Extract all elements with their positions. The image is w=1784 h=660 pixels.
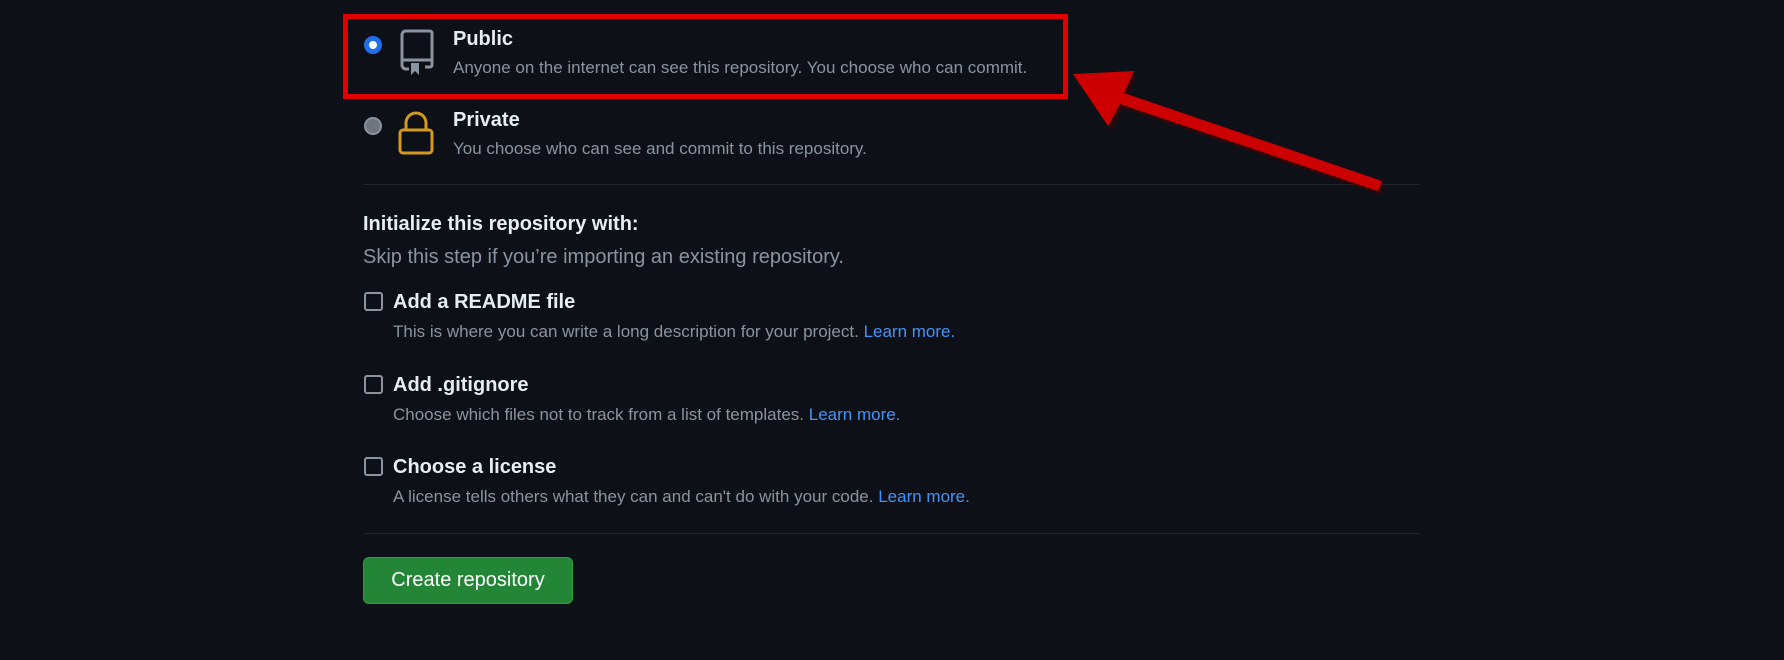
initialize-description: Skip this step if you’re importing an ex…: [363, 246, 844, 268]
public-radio[interactable]: [364, 36, 382, 54]
license-title[interactable]: Choose a license: [393, 456, 556, 479]
license-checkbox[interactable]: [364, 457, 383, 476]
readme-checkbox[interactable]: [364, 292, 383, 311]
public-description: Anyone on the internet can see this repo…: [453, 58, 1028, 77]
license-learn-more-link[interactable]: Learn more.: [878, 487, 970, 506]
gitignore-description-text: Choose which files not to track from a l…: [393, 405, 805, 424]
annotation-highlight-box: [343, 14, 1068, 99]
public-title: Public: [453, 28, 514, 50]
readme-description: This is where you can write a long descr…: [393, 322, 955, 342]
divider: [363, 184, 1420, 185]
readme-title[interactable]: Add a README file: [393, 291, 575, 314]
license-description-text: A license tells others what they can and…: [393, 487, 874, 506]
divider: [363, 533, 1420, 534]
gitignore-title[interactable]: Add .gitignore: [393, 374, 529, 397]
private-radio[interactable]: [364, 117, 382, 135]
initialize-title: Initialize this repository with:: [363, 213, 639, 235]
create-repository-button[interactable]: Create repository: [363, 557, 573, 604]
readme-learn-more-link[interactable]: Learn more.: [864, 322, 956, 341]
create-repository-form: Public Anyone on the internet can see th…: [0, 0, 1784, 660]
private-title: Private: [453, 109, 520, 131]
readme-description-text: This is where you can write a long descr…: [393, 322, 859, 341]
gitignore-checkbox[interactable]: [364, 375, 383, 394]
license-description: A license tells others what they can and…: [393, 487, 970, 507]
repo-icon: [400, 29, 434, 75]
lock-icon: [398, 111, 434, 155]
gitignore-learn-more-link[interactable]: Learn more.: [809, 405, 901, 424]
private-description: You choose who can see and commit to thi…: [453, 139, 867, 158]
gitignore-description: Choose which files not to track from a l…: [393, 405, 900, 425]
